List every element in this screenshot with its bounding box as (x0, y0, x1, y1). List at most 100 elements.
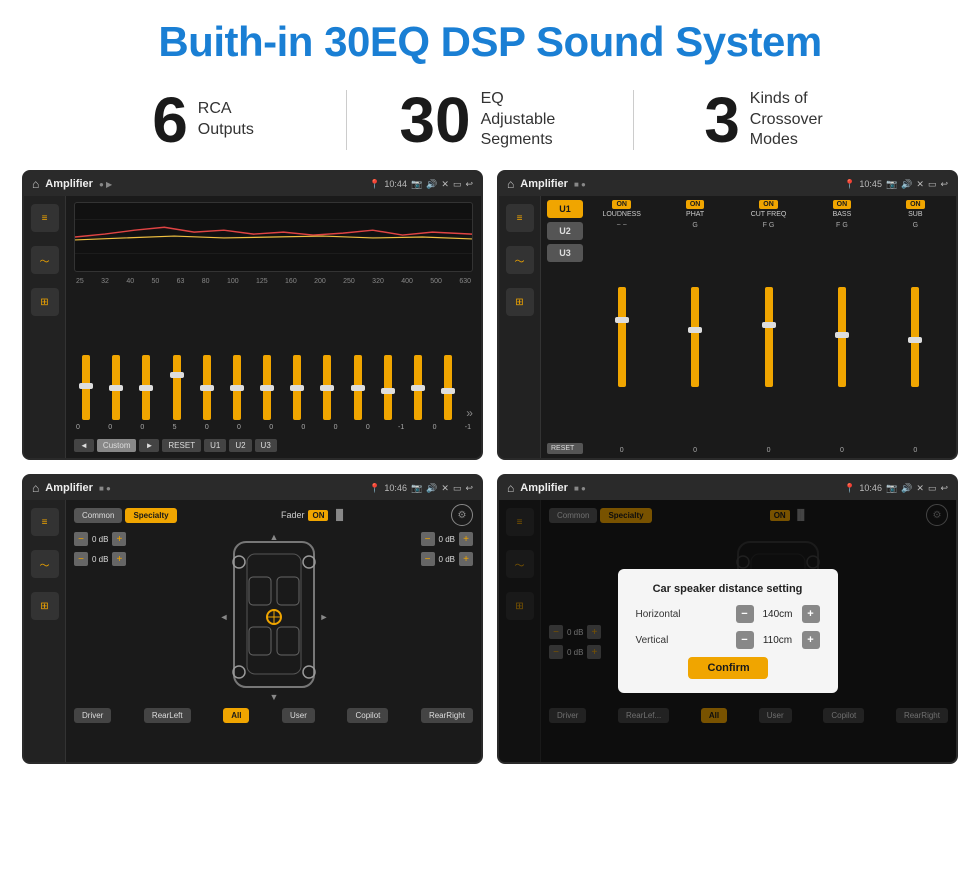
distance-dialog: Car speaker distance setting Horizontal … (618, 569, 838, 693)
vertical-plus-btn[interactable]: + (802, 631, 820, 649)
more-icon: » (466, 406, 473, 420)
eq-freq-labels: 253240506380 100125160200250320 40050063… (74, 278, 473, 285)
home-icon-3[interactable]: ⌂ (32, 481, 39, 495)
bass-slider[interactable] (838, 287, 846, 387)
fader-top: Common Specialty Fader ON ▐▌ ⚙ (74, 504, 473, 526)
channel-cutfreq: ON CUT FREQ FG 0 (734, 200, 803, 454)
db-row-2: − 0 dB + (74, 552, 126, 566)
screen-eq-header: ⌂ Amplifier ● ▶ 📍 10:44 📷 🔊 ✕ ▭ ↩ (24, 172, 481, 196)
home-icon[interactable]: ⌂ (32, 177, 39, 191)
screen-distance-title: Amplifier (520, 482, 568, 494)
screen-eq-status: 📍 10:44 📷 🔊 ✕ ▭ ↩ (369, 179, 473, 190)
eq-bottom-bar: ◄ Custom ► RESET U1 U2 U3 (74, 439, 473, 452)
channel-sub: ON SUB G 0 (881, 200, 950, 454)
all-btn[interactable]: All (223, 708, 249, 723)
u2-button[interactable]: U2 (547, 222, 583, 240)
settings-icon[interactable]: ⚙ (451, 504, 473, 526)
db-val-2: 0 dB (92, 555, 108, 564)
dialog-horizontal-row: Horizontal − 140cm + (636, 605, 820, 623)
eq-custom-btn[interactable]: Custom (97, 439, 137, 452)
screen-eq-sidebar: ≡ 〜 ⊞ (24, 196, 66, 458)
home-icon-4[interactable]: ⌂ (507, 481, 514, 495)
rear-left-btn[interactable]: RearLeft (144, 708, 191, 723)
crossover-sidebar-btn-3[interactable]: ⊞ (506, 288, 534, 316)
fader-sidebar-btn-2[interactable]: 〜 (31, 550, 59, 578)
eq-main: 253240506380 100125160200250320 40050063… (66, 196, 481, 458)
vertical-controls: − 110cm + (736, 631, 820, 649)
crossover-main: U1 U2 U3 RESET ON LOUDNESS ~~ 0 (541, 196, 956, 458)
fader-sidebar-btn-3[interactable]: ⊞ (31, 592, 59, 620)
car-diagram-svg: ▲ ▼ ◄ ► (219, 532, 329, 702)
channel-bass: ON BASS FG 0 (807, 200, 876, 454)
eq-sidebar-btn-3[interactable]: ⊞ (31, 288, 59, 316)
u3-button[interactable]: U3 (547, 244, 583, 262)
db-row-3: − 0 dB + (421, 532, 473, 546)
db-minus-1[interactable]: − (74, 532, 88, 546)
u1-button[interactable]: U1 (547, 200, 583, 218)
eq-slider-1 (104, 355, 128, 420)
db-plus-4[interactable]: + (459, 552, 473, 566)
screen-crossover-header: ⌂ Amplifier ■ ● 📍 10:45 📷 🔊 ✕ ▭ ↩ (499, 172, 956, 196)
crossover-sidebar-btn-2[interactable]: 〜 (506, 246, 534, 274)
vertical-minus-btn[interactable]: − (736, 631, 754, 649)
svg-text:►: ► (319, 612, 328, 622)
svg-text:▼: ▼ (269, 692, 278, 702)
tab-specialty[interactable]: Specialty (125, 508, 176, 523)
loudness-on[interactable]: ON (612, 200, 631, 209)
horizontal-value: 140cm (759, 609, 797, 620)
horizontal-minus-btn[interactable]: − (736, 605, 754, 623)
eq-slider-0 (74, 355, 98, 420)
cutfreq-slider[interactable] (765, 287, 773, 387)
db-minus-3[interactable]: − (421, 532, 435, 546)
copilot-btn[interactable]: Copilot (347, 708, 388, 723)
dialog-vertical-row: Vertical − 110cm + (636, 631, 820, 649)
screens-grid: ⌂ Amplifier ● ▶ 📍 10:44 📷 🔊 ✕ ▭ ↩ ≡ 〜 ⊞ (0, 170, 980, 764)
fader-on-badge[interactable]: ON (308, 510, 328, 521)
eq-sidebar-btn-1[interactable]: ≡ (31, 204, 59, 232)
user-btn[interactable]: User (282, 708, 315, 723)
screen-crossover: ⌂ Amplifier ■ ● 📍 10:45 📷 🔊 ✕ ▭ ↩ ≡ 〜 ⊞ … (497, 170, 958, 460)
sub-slider[interactable] (911, 287, 919, 387)
eq-u3-btn[interactable]: U3 (255, 439, 277, 452)
fader-label: Fader (281, 510, 305, 520)
eq-u1-btn[interactable]: U1 (204, 439, 226, 452)
confirm-button[interactable]: Confirm (688, 657, 768, 679)
db-plus-2[interactable]: + (112, 552, 126, 566)
eq-reset-btn[interactable]: RESET (162, 439, 201, 452)
phat-slider[interactable] (691, 287, 699, 387)
horizontal-plus-btn[interactable]: + (802, 605, 820, 623)
home-icon-2[interactable]: ⌂ (507, 177, 514, 191)
db-plus-3[interactable]: + (459, 532, 473, 546)
db-minus-2[interactable]: − (74, 552, 88, 566)
driver-btn[interactable]: Driver (74, 708, 111, 723)
stat-number-crossover: 3 (704, 88, 740, 152)
bass-on[interactable]: ON (833, 200, 852, 209)
eq-slider-4 (195, 355, 219, 420)
db-val-1: 0 dB (92, 535, 108, 544)
eq-next-btn[interactable]: ► (139, 439, 159, 452)
eq-u2-btn[interactable]: U2 (229, 439, 251, 452)
eq-prev-btn[interactable]: ◄ (74, 439, 94, 452)
db-plus-1[interactable]: + (112, 532, 126, 546)
phat-label: PHAT (686, 211, 704, 218)
rear-right-btn[interactable]: RearRight (421, 708, 473, 723)
crossover-reset-btn[interactable]: RESET (547, 443, 583, 454)
eq-sidebar-btn-2[interactable]: 〜 (31, 246, 59, 274)
sub-on[interactable]: ON (906, 200, 925, 209)
fader-main: Common Specialty Fader ON ▐▌ ⚙ − 0 dB (66, 500, 481, 762)
stat-number-eq: 30 (399, 88, 470, 152)
eq-slider-12 (436, 355, 460, 420)
eq-slider-10 (376, 355, 400, 420)
loudness-slider[interactable] (618, 287, 626, 387)
crossover-sidebar-btn-1[interactable]: ≡ (506, 204, 534, 232)
eq-slider-6 (255, 355, 279, 420)
fader-sidebar-btn-1[interactable]: ≡ (31, 508, 59, 536)
screen-fader: ⌂ Amplifier ■ ● 📍 10:46 📷 🔊 ✕ ▭ ↩ ≡ 〜 ⊞ (22, 474, 483, 764)
cutfreq-on[interactable]: ON (759, 200, 778, 209)
fader-controls: Fader ON ▐▌ (281, 510, 347, 521)
db-minus-4[interactable]: − (421, 552, 435, 566)
phat-on[interactable]: ON (686, 200, 705, 209)
eq-slider-5 (225, 355, 249, 420)
cutfreq-label: CUT FREQ (751, 211, 787, 218)
tab-common[interactable]: Common (74, 508, 122, 523)
